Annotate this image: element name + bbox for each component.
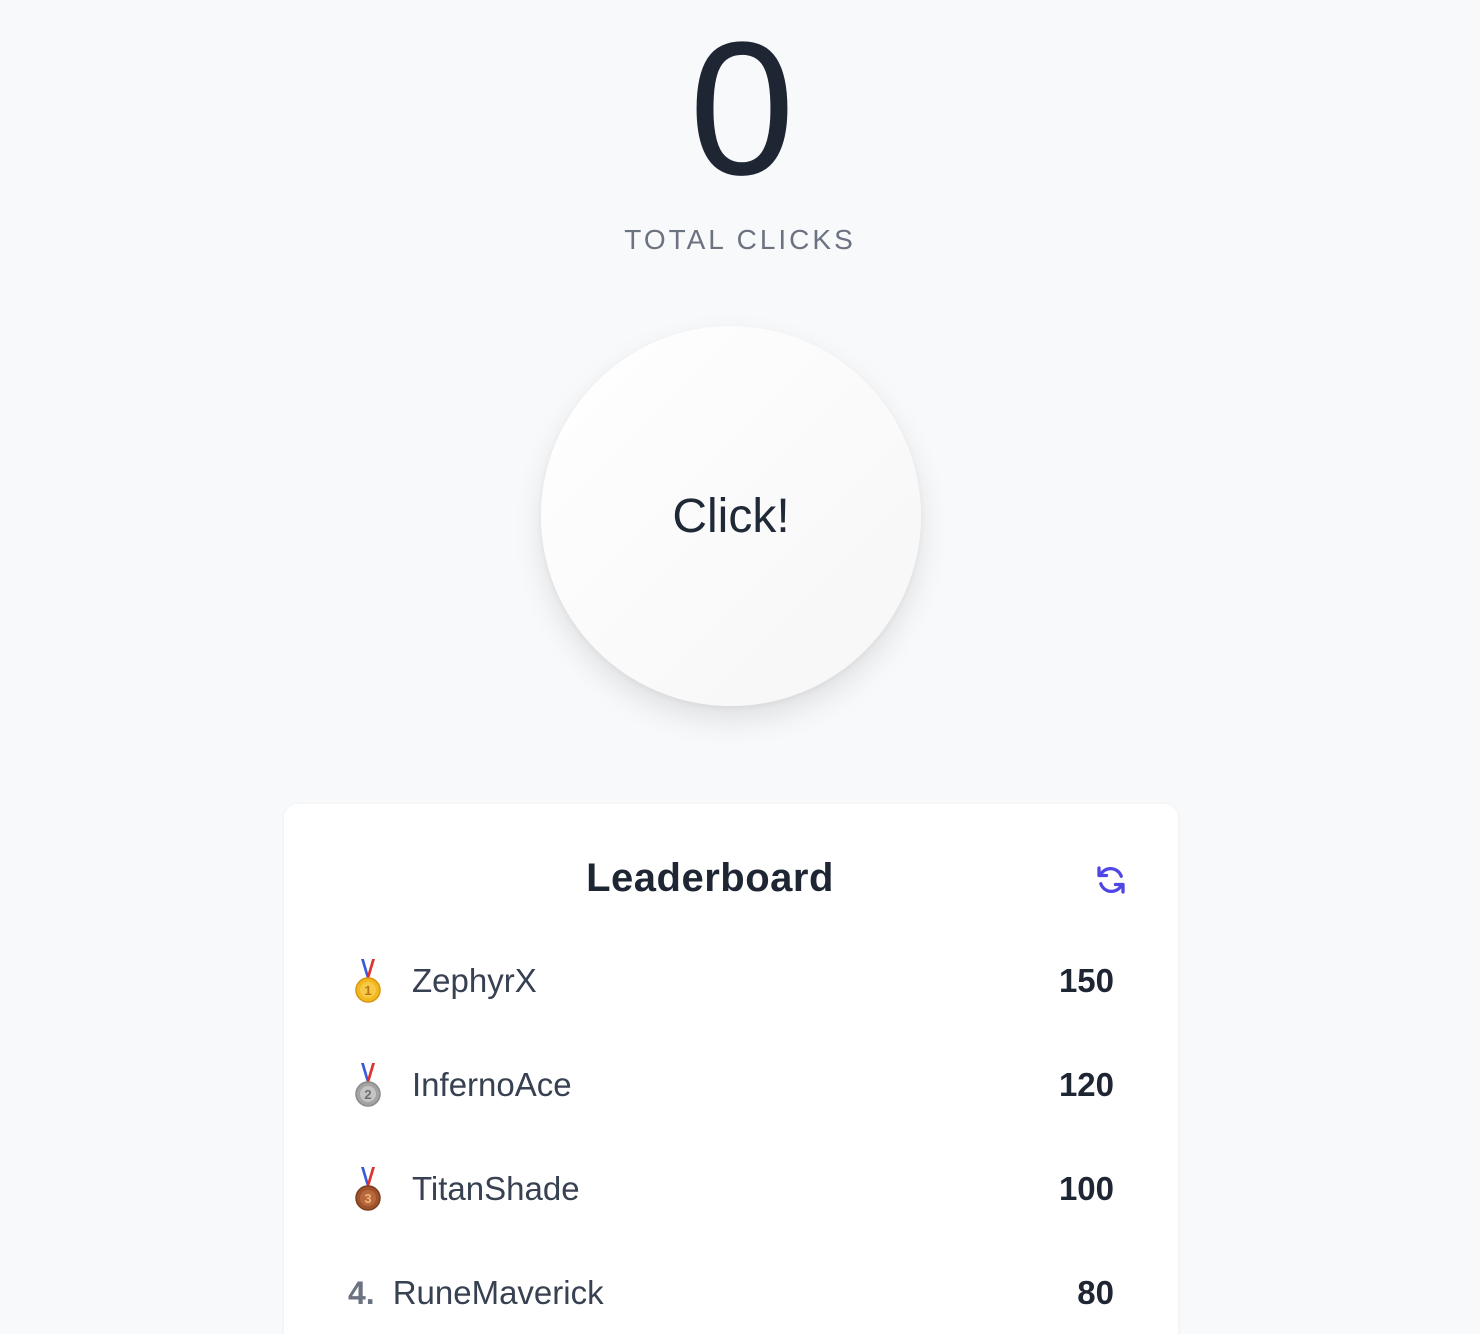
player-name: InfernoAce: [412, 1066, 572, 1103]
click-button-label: Click!: [672, 489, 790, 543]
player-name: ZephyrX: [412, 962, 537, 999]
player-score: 120: [1058, 1066, 1114, 1103]
leaderboard-title: Leaderboard: [586, 856, 834, 900]
refresh-icon[interactable]: [1093, 862, 1129, 898]
player-score: 150: [1058, 962, 1114, 999]
leaderboard-card: Leaderboard 1 ZephyrX 150 2 InfernoAce 1…: [284, 804, 1178, 1334]
svg-text:2: 2: [364, 1087, 371, 1102]
gold-medal-icon: 1: [355, 959, 381, 1003]
leaderboard-row: 1 ZephyrX 150: [344, 956, 1114, 1006]
silver-medal-icon: 2: [355, 1063, 381, 1107]
bronze-medal-icon: 3: [355, 1167, 381, 1211]
svg-text:3: 3: [364, 1191, 371, 1206]
leaderboard-row: 2 InfernoAce 120: [344, 1060, 1114, 1110]
svg-text:1: 1: [364, 983, 371, 998]
player-name: RuneMaverick: [392, 1274, 604, 1311]
player-score: 100: [1058, 1170, 1114, 1207]
total-clicks-count: 0: [689, 3, 795, 215]
total-clicks-label: TOTAL CLICKS: [624, 224, 856, 255]
leaderboard-row: 3 TitanShade 100: [344, 1164, 1114, 1214]
leaderboard-row: 4. RuneMaverick 80: [344, 1268, 1114, 1318]
click-button[interactable]: Click!: [541, 326, 921, 706]
rank-number: 4.: [348, 1274, 375, 1311]
clicker-page: 0 TOTAL CLICKS Click! Leaderboard 1 Zeph…: [0, 0, 1480, 1334]
player-name: TitanShade: [412, 1170, 580, 1207]
player-score: 80: [1077, 1274, 1114, 1311]
